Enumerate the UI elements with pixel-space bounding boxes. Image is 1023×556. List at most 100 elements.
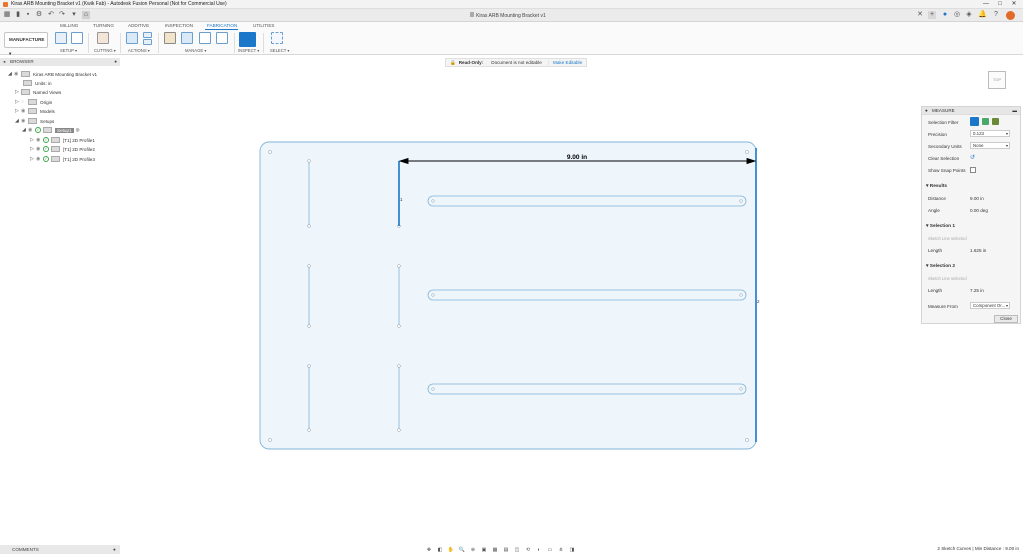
- tree-item-profile1[interactable]: ▷ ◉ ✓ [T1] 2D Profile1: [30, 136, 95, 144]
- eye-icon[interactable]: ◉: [21, 108, 28, 114]
- stock-icon[interactable]: ◨: [568, 547, 576, 553]
- eye-icon[interactable]: ◉: [36, 137, 43, 143]
- pin-icon[interactable]: ●: [113, 545, 116, 554]
- setup-sheet-icon[interactable]: [71, 32, 83, 44]
- document-tab-label: Kiras ARB Mounting Bracket v1: [476, 13, 546, 19]
- pin-icon[interactable]: ●: [114, 58, 117, 66]
- tool-library-icon[interactable]: [164, 32, 176, 44]
- simulate-icon[interactable]: [126, 32, 138, 44]
- grid-menu-icon[interactable]: ▦: [3, 11, 11, 19]
- filter-edge-icon[interactable]: [992, 118, 999, 125]
- tree-item-profile2[interactable]: ▷ ◉ ✓ [T1] 2D Profile2: [30, 145, 95, 153]
- save-icon[interactable]: ▪: [24, 11, 32, 19]
- tab-milling[interactable]: MILLING: [60, 23, 78, 28]
- eye-icon[interactable]: ◉: [28, 127, 35, 133]
- zoom-icon[interactable]: 🔍: [458, 547, 466, 553]
- sketch-canvas[interactable]: 9.00 in 1 2: [250, 138, 762, 454]
- tab-fabrication[interactable]: FABRICATION: [207, 23, 237, 28]
- color-icon[interactable]: ◐: [535, 547, 543, 553]
- selection2-section[interactable]: ▾ Selection 2: [926, 264, 955, 269]
- browser-panel: ◂ BROWSER ● ◢ ◉ Kiras ARB Mounting Bracket…: [0, 58, 120, 168]
- redo-icon[interactable]: ↷: [58, 11, 66, 19]
- undo-icon[interactable]: ↶: [47, 11, 55, 19]
- bracket-outline[interactable]: [259, 141, 757, 450]
- secondary-units-select[interactable]: None: [970, 142, 1010, 149]
- grid-icon[interactable]: ▦: [491, 547, 499, 553]
- eye-icon[interactable]: ◌: [21, 99, 28, 105]
- pan-icon[interactable]: ✋: [447, 547, 455, 553]
- make-editable-link[interactable]: Make Editable: [553, 60, 582, 65]
- tab-additive[interactable]: ADDITIVE: [128, 23, 149, 28]
- tree-item-profile3[interactable]: ▷ ◉ ✓ [T1] 2D Profile3: [30, 155, 95, 163]
- post-process-icon[interactable]: [143, 32, 152, 38]
- tree-item-models[interactable]: ▷ ◉ Models: [15, 107, 55, 115]
- avatar[interactable]: [1006, 11, 1015, 20]
- comments-panel[interactable]: COMMENTS ●: [0, 545, 120, 554]
- cutting-icon[interactable]: [97, 32, 109, 44]
- settings-icon[interactable]: ⚙: [35, 11, 43, 19]
- eye-icon[interactable]: ◉: [36, 156, 43, 162]
- close-window-button[interactable]: ✕: [1007, 0, 1021, 9]
- clear-selection-icon[interactable]: ↺: [970, 154, 975, 161]
- section-icon[interactable]: ◫: [513, 547, 521, 553]
- display-settings-icon[interactable]: ▣: [480, 547, 488, 553]
- maximize-button[interactable]: □: [993, 0, 1007, 9]
- tree-item-origin[interactable]: ▷ ◌ Origin: [15, 98, 52, 106]
- selection1-section[interactable]: ▾ Selection 1: [926, 224, 955, 229]
- chevron-down-icon[interactable]: ▾: [70, 11, 78, 19]
- workspace-switcher[interactable]: MANUFACTURE ▾: [4, 32, 48, 56]
- tree-item-setup1[interactable]: ◢ ◉ ✓ Setup1 ◎: [22, 126, 80, 134]
- target-icon[interactable]: ◎: [76, 127, 80, 133]
- document-tab[interactable]: Kiras ARB Mounting Bracket v1: [470, 12, 546, 19]
- filter-face-icon[interactable]: [982, 118, 989, 125]
- minimize-button[interactable]: —: [979, 0, 993, 9]
- orbit-icon[interactable]: ✥: [425, 547, 433, 553]
- home-icon[interactable]: ⌂: [82, 11, 90, 19]
- help-icon[interactable]: ?: [992, 11, 1000, 19]
- lock-icon: 🔒: [450, 59, 456, 65]
- browser-header[interactable]: ◂ BROWSER ●: [0, 58, 120, 66]
- tree-item-root[interactable]: ◢ ◉ Kiras ARB Mounting Bracket v1: [8, 70, 97, 78]
- filter-body-icon[interactable]: [970, 117, 979, 126]
- eye-icon[interactable]: ◉: [14, 71, 21, 77]
- notifications-icon[interactable]: 🔔: [978, 11, 987, 19]
- measure-header[interactable]: ● MEASURE ▬: [922, 107, 1020, 115]
- tree-item-setups[interactable]: ◢ ◉ Setups: [15, 117, 54, 125]
- close-tab-icon[interactable]: ✕: [916, 11, 924, 19]
- new-tab-icon[interactable]: +: [928, 11, 936, 19]
- machine-library-icon[interactable]: [216, 32, 228, 44]
- snap-points-checkbox[interactable]: [970, 167, 976, 173]
- viewports-icon[interactable]: ▤: [502, 547, 510, 553]
- results-section[interactable]: ▾ Results: [926, 184, 947, 189]
- tab-turning[interactable]: TURNING: [93, 23, 114, 28]
- collapse-icon[interactable]: ▬: [1012, 107, 1017, 115]
- cloud-icon[interactable]: ●: [941, 11, 949, 19]
- tab-inspection[interactable]: INSPECTION: [165, 23, 193, 28]
- job-status-icon[interactable]: ◎: [953, 11, 961, 19]
- group-cutting-text: CUTTING: [94, 48, 113, 53]
- effects-icon[interactable]: ⟲: [524, 547, 532, 553]
- tree-item-named-views[interactable]: ▷ Named Views: [15, 88, 61, 96]
- measure-from-select[interactable]: Component Or...: [970, 302, 1010, 309]
- new-setup-icon[interactable]: [55, 32, 67, 44]
- tab-utilities[interactable]: UTILITIES: [253, 23, 274, 28]
- close-button[interactable]: Close: [994, 315, 1018, 323]
- fit-icon[interactable]: ⊕: [469, 547, 477, 553]
- eye-icon[interactable]: ◉: [21, 118, 28, 124]
- template-library-icon[interactable]: [181, 32, 193, 44]
- camera-icon[interactable]: ▭: [546, 547, 554, 553]
- look-at-icon[interactable]: ◧: [436, 547, 444, 553]
- toolpath-icon[interactable]: ⋔: [557, 547, 565, 553]
- select-icon[interactable]: [271, 32, 283, 44]
- extensions-icon[interactable]: ◈: [965, 11, 973, 19]
- dimension-label: 9.00 in: [567, 154, 587, 161]
- measure-icon[interactable]: [239, 32, 256, 47]
- viewcube[interactable]: TOP: [988, 71, 1006, 89]
- eye-icon[interactable]: ◉: [36, 146, 43, 152]
- tree-item-units[interactable]: Units: in: [23, 79, 52, 87]
- tree-label: Setup1: [55, 127, 74, 133]
- post-library-icon[interactable]: [199, 32, 211, 44]
- precision-select[interactable]: 0.123: [970, 130, 1010, 137]
- file-icon[interactable]: ▮: [14, 11, 22, 19]
- generate-icon[interactable]: [143, 39, 152, 45]
